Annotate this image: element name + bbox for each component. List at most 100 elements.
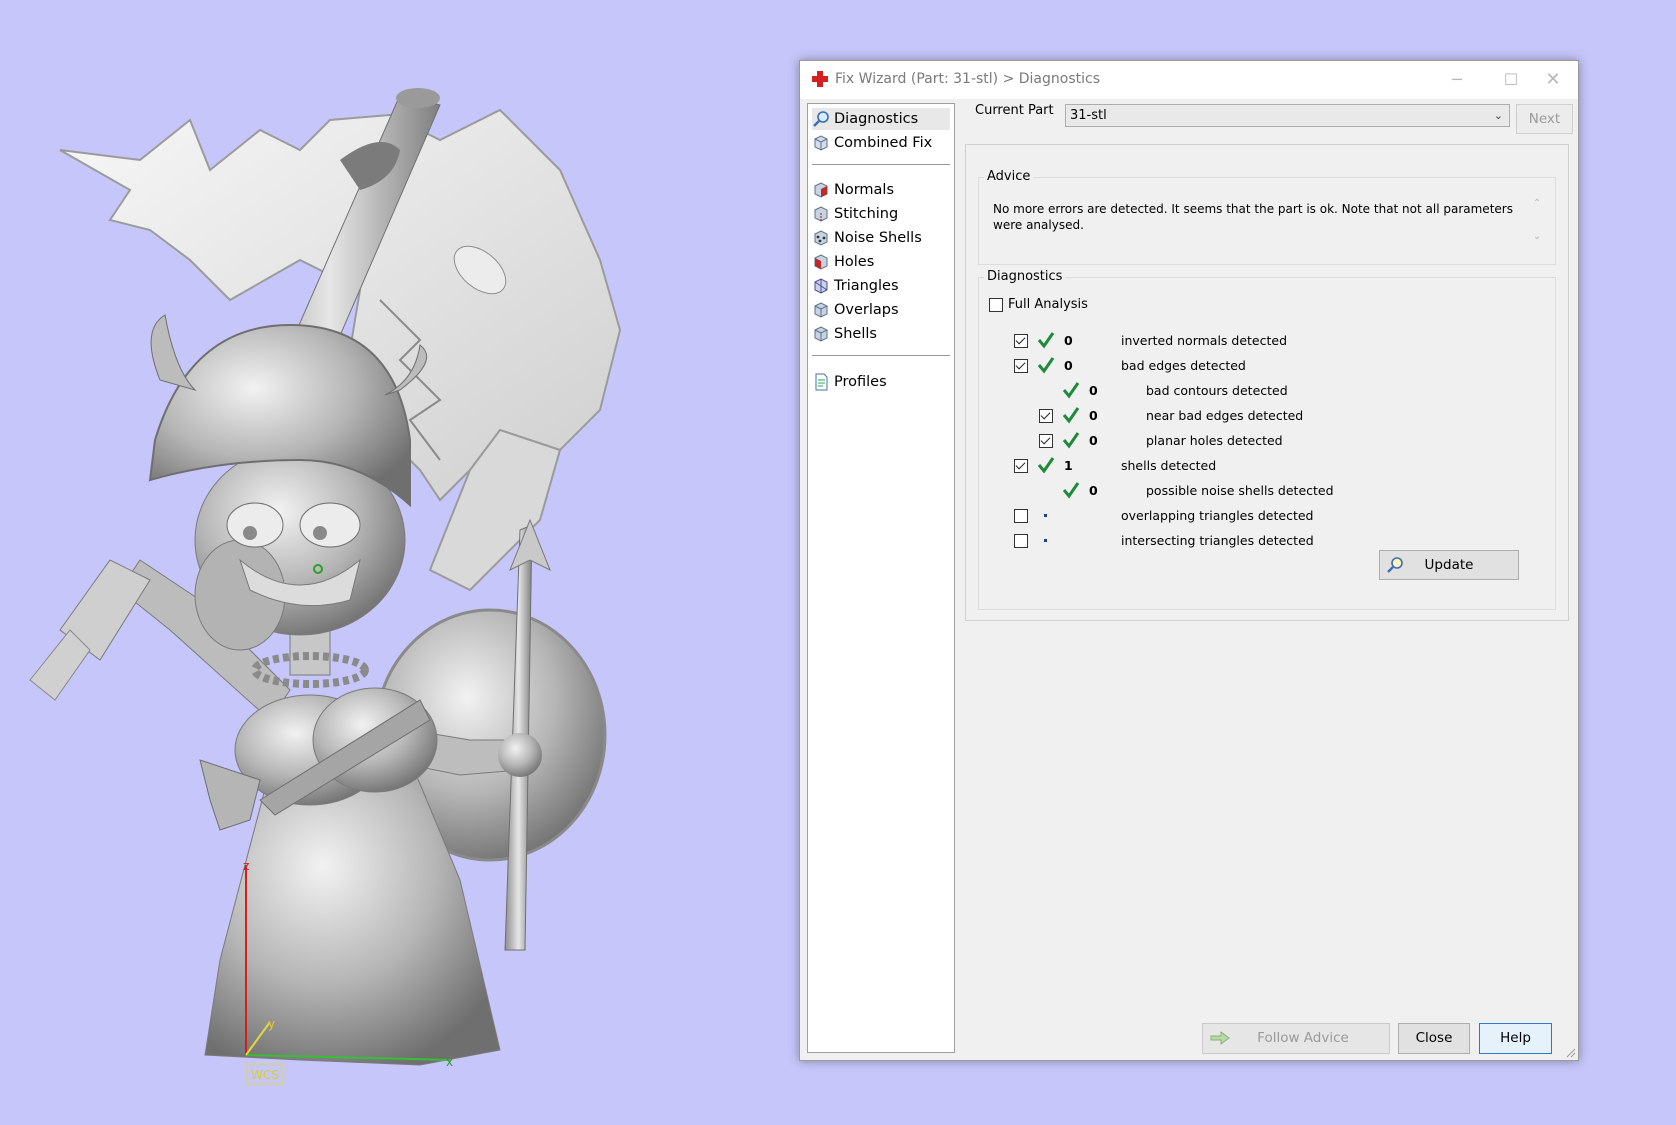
green-check-icon bbox=[1062, 482, 1080, 499]
nav-item-label: Shells bbox=[834, 326, 877, 342]
nav-item-holes[interactable]: Holes bbox=[812, 251, 950, 273]
document-icon bbox=[815, 373, 828, 391]
advice-text: No more errors are detected. It seems th… bbox=[993, 202, 1513, 232]
diagnostics-panel: Advice No more errors are detected. It s… bbox=[965, 144, 1569, 621]
diagnostic-checkbox[interactable] bbox=[1039, 434, 1053, 448]
wizard-nav: Diagnostics Combined Fix Normals Stitchi… bbox=[807, 103, 955, 1053]
noise-shells-cube-icon bbox=[814, 230, 828, 246]
nav-item-noise-shells[interactable]: Noise Shells bbox=[812, 227, 950, 249]
nav-item-label: Holes bbox=[834, 254, 875, 270]
nav-item-label: Normals bbox=[834, 182, 895, 198]
axis-x-label: x bbox=[446, 1055, 453, 1069]
diagnostic-count: 0 bbox=[1089, 433, 1098, 448]
diagnostic-label: planar holes detected bbox=[1146, 433, 1283, 448]
stitching-cube-icon bbox=[814, 206, 828, 222]
diagnostic-label: shells detected bbox=[1121, 458, 1217, 473]
diagnostic-label: near bad edges detected bbox=[1146, 408, 1304, 423]
diagnostic-label: inverted normals detected bbox=[1121, 333, 1288, 348]
update-label: Update bbox=[1424, 557, 1474, 573]
diagnostic-label: overlapping triangles detected bbox=[1121, 508, 1314, 523]
diagnostics-group: Diagnostics Full Analysis 0 inverted norm… bbox=[978, 269, 1556, 610]
axis-z-label: z bbox=[243, 859, 249, 873]
resize-grip-icon[interactable] bbox=[1564, 1046, 1576, 1058]
nav-item-diagnostics[interactable]: Diagnostics bbox=[812, 108, 950, 130]
current-part-select[interactable]: 31-stl ⌄ bbox=[1065, 104, 1510, 127]
maximize-button[interactable]: ☐ bbox=[1488, 61, 1534, 99]
pending-dot-icon bbox=[1044, 514, 1047, 517]
nav-item-normals[interactable]: Normals bbox=[812, 179, 950, 201]
diagnostic-label: bad contours detected bbox=[1146, 383, 1288, 398]
green-check-icon bbox=[1062, 382, 1080, 399]
triangles-cube-icon bbox=[814, 278, 828, 294]
diagnostic-label: intersecting triangles detected bbox=[1121, 533, 1314, 548]
green-check-icon bbox=[1062, 407, 1080, 424]
nav-item-combined-fix[interactable]: Combined Fix bbox=[812, 132, 950, 154]
diagnostic-checkbox[interactable] bbox=[1039, 409, 1053, 423]
nav-item-label: Combined Fix bbox=[834, 135, 933, 151]
green-check-icon bbox=[1037, 357, 1055, 374]
green-check-icon bbox=[1062, 432, 1080, 449]
overlaps-cube-icon bbox=[814, 302, 828, 318]
diagnostic-count: 1 bbox=[1064, 458, 1073, 473]
figurine-model bbox=[29, 88, 622, 1066]
nav-item-stitching[interactable]: Stitching bbox=[812, 203, 950, 225]
nav-item-label: Noise Shells bbox=[834, 230, 922, 246]
diagnostic-count: 0 bbox=[1089, 383, 1098, 398]
nav-item-label: Diagnostics bbox=[834, 111, 919, 127]
cube-icon bbox=[814, 135, 828, 151]
diagnostic-checkbox[interactable] bbox=[1014, 534, 1028, 548]
normals-cube-icon bbox=[814, 182, 828, 198]
diagnostic-checkbox[interactable] bbox=[1014, 334, 1028, 348]
diagnostics-title: Diagnostics bbox=[984, 269, 1066, 284]
close-window-button[interactable]: ✕ bbox=[1530, 61, 1576, 99]
close-button[interactable]: Close bbox=[1398, 1023, 1470, 1054]
magnifier-icon bbox=[813, 111, 829, 127]
diagnostic-count: 0 bbox=[1064, 333, 1073, 348]
nav-item-triangles[interactable]: Triangles bbox=[812, 275, 950, 297]
follow-advice-button[interactable]: Follow Advice bbox=[1202, 1023, 1390, 1054]
fix-wizard-dialog: Fix Wizard (Part: 31-stl) > Diagnostics … bbox=[799, 60, 1579, 1061]
current-part-value: 31-stl bbox=[1070, 108, 1107, 123]
shells-cube-icon bbox=[814, 326, 828, 342]
pending-dot-icon bbox=[1044, 539, 1047, 542]
green-check-icon bbox=[1037, 332, 1055, 349]
full-analysis-checkbox[interactable] bbox=[989, 298, 1003, 312]
3d-viewport[interactable]: z y x WCS bbox=[0, 0, 780, 1125]
nav-item-label: Overlaps bbox=[834, 302, 899, 318]
nav-item-label: Profiles bbox=[834, 374, 887, 390]
diagnostic-checkbox[interactable] bbox=[1014, 459, 1028, 473]
scroll-down-icon[interactable]: ⌄ bbox=[1529, 231, 1545, 242]
wcs-label: WCS bbox=[251, 1068, 279, 1082]
axis-y-label: y bbox=[268, 1017, 275, 1031]
nav-divider bbox=[812, 355, 950, 356]
minimize-button[interactable]: ─ bbox=[1434, 61, 1480, 99]
next-button[interactable]: Next bbox=[1516, 104, 1573, 134]
advice-scrollbar[interactable]: ⌃ ⌄ bbox=[1529, 198, 1545, 254]
diagnostic-count: 0 bbox=[1064, 358, 1073, 373]
follow-advice-label: Follow Advice bbox=[1257, 1030, 1349, 1046]
diagnostic-checkbox[interactable] bbox=[1014, 509, 1028, 523]
nav-item-overlaps[interactable]: Overlaps bbox=[812, 299, 950, 321]
nav-divider bbox=[812, 164, 950, 165]
green-arrow-icon bbox=[1210, 1031, 1230, 1045]
update-button[interactable]: Update bbox=[1379, 550, 1519, 580]
diagnostic-count: 0 bbox=[1089, 408, 1098, 423]
nav-item-label: Triangles bbox=[834, 278, 899, 294]
magnifier-icon bbox=[1387, 557, 1403, 573]
diagnostic-checkbox[interactable] bbox=[1014, 359, 1028, 373]
current-part-label: Current Part bbox=[975, 103, 1054, 118]
diagnostic-label: bad edges detected bbox=[1121, 358, 1246, 373]
diagnostic-label: possible noise shells detected bbox=[1146, 483, 1334, 498]
advice-title: Advice bbox=[984, 169, 1034, 184]
nav-item-shells[interactable]: Shells bbox=[812, 323, 950, 345]
red-cross-icon bbox=[812, 71, 828, 87]
nav-item-label: Stitching bbox=[834, 206, 899, 222]
advice-group: Advice No more errors are detected. It s… bbox=[978, 169, 1556, 265]
chevron-down-icon: ⌄ bbox=[1493, 109, 1503, 122]
help-button[interactable]: Help bbox=[1479, 1023, 1552, 1054]
full-analysis-label: Full Analysis bbox=[1008, 297, 1088, 312]
window-title: Fix Wizard (Part: 31-stl) > Diagnostics bbox=[835, 71, 1100, 87]
nav-item-profiles[interactable]: Profiles bbox=[812, 371, 950, 393]
scroll-up-icon[interactable]: ⌃ bbox=[1529, 198, 1545, 209]
title-bar[interactable]: Fix Wizard (Part: 31-stl) > Diagnostics … bbox=[800, 61, 1578, 99]
